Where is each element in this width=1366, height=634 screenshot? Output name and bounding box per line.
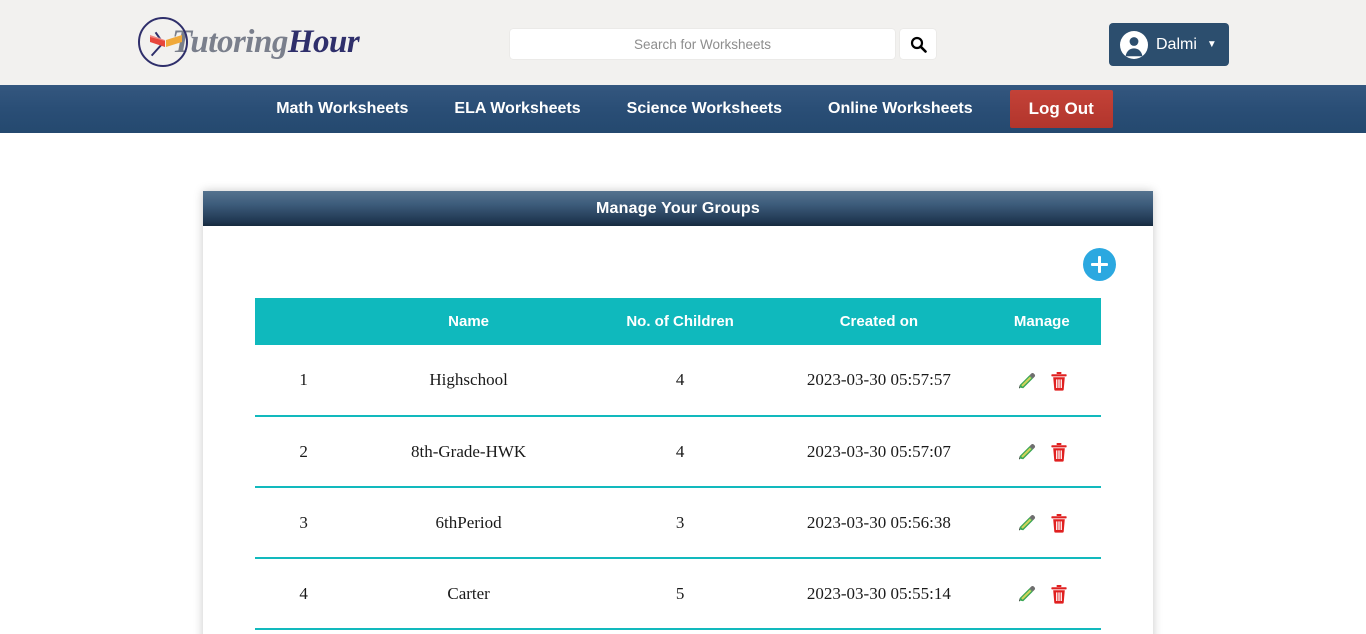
logo-text-tutoring: Tutoring <box>172 23 288 60</box>
groups-table: Name No. of Children Created on Manage 1… <box>255 298 1101 630</box>
pencil-icon <box>1018 586 1035 602</box>
delete-group-button[interactable] <box>1045 442 1073 462</box>
cell-name: Carter <box>352 558 585 630</box>
page-content: Manage Your Groups Name No. of Children … <box>0 133 1366 634</box>
delete-group-button[interactable] <box>1045 371 1073 391</box>
logout-button[interactable]: Log Out <box>1009 90 1113 128</box>
groups-table-body: 1 Highschool 4 2023-03-30 05:57:57 2 8th… <box>255 345 1101 630</box>
edit-group-button[interactable] <box>1011 584 1041 604</box>
search-bar <box>510 29 936 59</box>
cell-index: 1 <box>255 345 353 417</box>
nav-item-ela-worksheets[interactable]: ELA Worksheets <box>431 85 603 133</box>
trash-icon <box>1051 585 1067 604</box>
pencil-icon <box>1018 444 1035 460</box>
cell-name: 6thPeriod <box>352 487 585 559</box>
site-header: TutoringHour Dalmi ▼ <box>0 0 1366 85</box>
cell-created: 2023-03-30 05:57:57 <box>775 345 983 417</box>
column-header-name: Name <box>352 298 585 345</box>
chevron-down-icon: ▼ <box>1206 39 1217 50</box>
panel-title: Manage Your Groups <box>203 191 1153 226</box>
column-header-index <box>255 298 353 345</box>
cell-index: 2 <box>255 416 353 488</box>
user-menu-button[interactable]: Dalmi ▼ <box>1109 23 1229 66</box>
panel-body: Name No. of Children Created on Manage 1… <box>203 226 1153 634</box>
table-row: 2 8th-Grade-HWK 4 2023-03-30 05:57:07 <box>255 416 1101 488</box>
table-row: 3 6thPeriod 3 2023-03-30 05:56:38 <box>255 487 1101 559</box>
search-button[interactable] <box>900 29 936 59</box>
logo-text-hour: Hour <box>287 23 360 60</box>
trash-icon <box>1051 371 1067 391</box>
cell-index: 3 <box>255 487 353 559</box>
trash-icon <box>1051 514 1067 533</box>
column-header-created: Created on <box>775 298 983 345</box>
nav-item-science-worksheets[interactable]: Science Worksheets <box>604 85 805 133</box>
manage-groups-panel: Manage Your Groups Name No. of Children … <box>203 191 1153 634</box>
cell-manage <box>982 487 1101 559</box>
cell-count: 3 <box>584 487 776 559</box>
user-circle-icon <box>1120 30 1148 59</box>
cell-manage <box>982 345 1101 417</box>
column-header-manage: Manage <box>982 298 1101 345</box>
nav-item-math-worksheets[interactable]: Math Worksheets <box>253 85 431 133</box>
cell-created: 2023-03-30 05:55:14 <box>775 558 983 630</box>
edit-group-button[interactable] <box>1011 513 1041 533</box>
groups-table-container: Name No. of Children Created on Manage 1… <box>255 298 1101 630</box>
table-header-row: Name No. of Children Created on Manage <box>255 298 1101 345</box>
groups-table-head: Name No. of Children Created on Manage <box>255 298 1101 345</box>
nav-item-online-worksheets[interactable]: Online Worksheets <box>805 85 996 133</box>
delete-group-button[interactable] <box>1045 513 1073 533</box>
main-navigation: Math Worksheets ELA Worksheets Science W… <box>0 85 1366 133</box>
edit-group-button[interactable] <box>1011 371 1041 391</box>
column-header-count: No. of Children <box>584 298 776 345</box>
cell-index: 4 <box>255 558 353 630</box>
cell-count: 5 <box>584 558 776 630</box>
site-logo[interactable]: TutoringHour <box>138 14 360 70</box>
cell-created: 2023-03-30 05:57:07 <box>775 416 983 488</box>
user-name-label: Dalmi <box>1156 35 1197 53</box>
logo-text: TutoringHour <box>172 23 360 61</box>
add-group-button[interactable] <box>1083 248 1116 281</box>
cell-manage <box>982 416 1101 488</box>
cell-name: Highschool <box>352 345 585 417</box>
pencil-icon <box>1018 515 1035 531</box>
cell-manage <box>982 558 1101 630</box>
edit-group-button[interactable] <box>1011 442 1041 462</box>
cell-name: 8th-Grade-HWK <box>352 416 585 488</box>
cell-created: 2023-03-30 05:56:38 <box>775 487 983 559</box>
cell-count: 4 <box>584 416 776 488</box>
pencil-icon <box>1018 372 1035 389</box>
table-row: 1 Highschool 4 2023-03-30 05:57:57 <box>255 345 1101 417</box>
open-book-icon <box>150 35 182 47</box>
table-row: 4 Carter 5 2023-03-30 05:55:14 <box>255 558 1101 630</box>
plus-icon-vertical <box>1098 256 1101 273</box>
delete-group-button[interactable] <box>1045 584 1073 604</box>
search-icon <box>910 36 927 53</box>
trash-icon <box>1051 443 1067 462</box>
cell-count: 4 <box>584 345 776 417</box>
search-input[interactable] <box>510 29 895 59</box>
